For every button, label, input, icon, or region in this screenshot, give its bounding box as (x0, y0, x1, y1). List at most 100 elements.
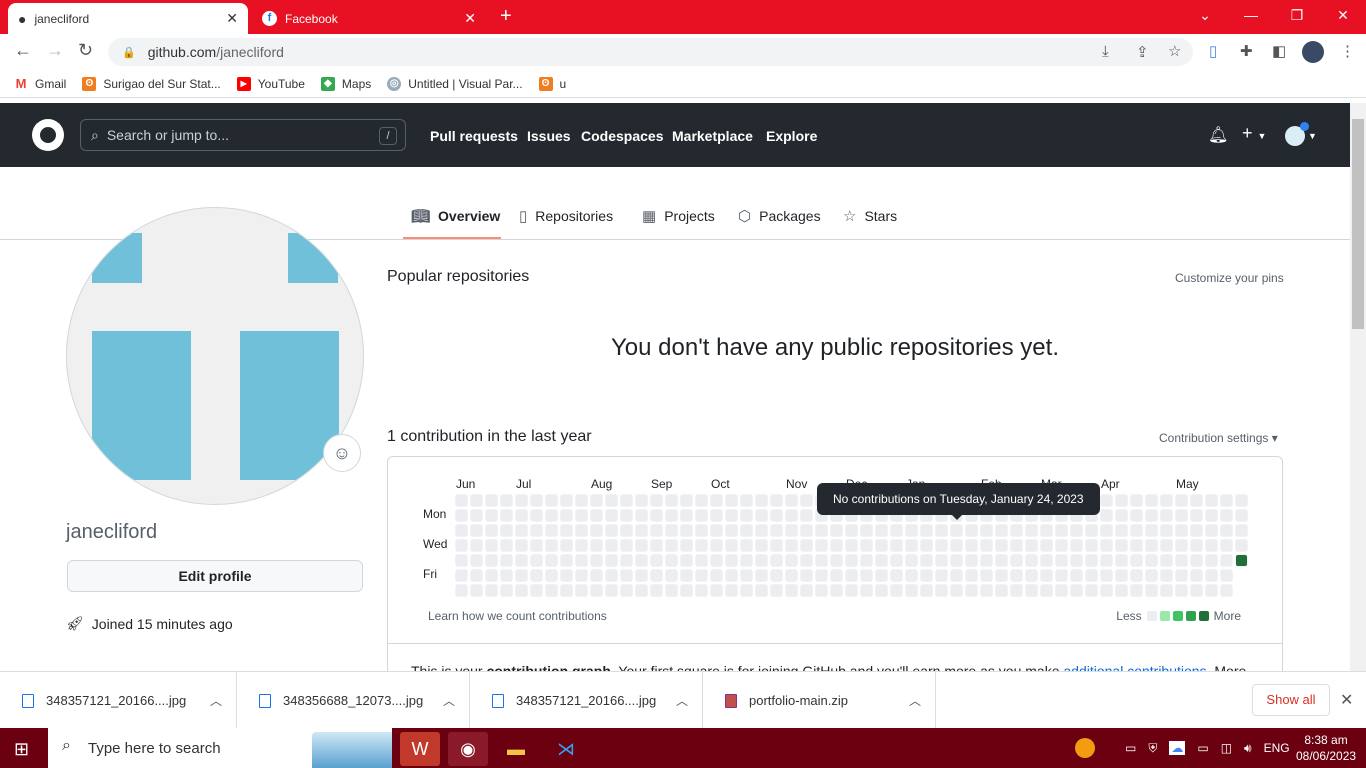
github-logo-icon[interactable] (32, 119, 64, 151)
contribution-day-cell[interactable] (575, 524, 588, 537)
contribution-day-cell[interactable] (695, 509, 708, 522)
download-item[interactable]: 348357121_20166....jpg ︿ (0, 672, 237, 729)
contribution-day-cell[interactable] (755, 584, 768, 597)
contribution-day-cell[interactable] (470, 509, 483, 522)
side-panel-icon[interactable]: ◧ (1272, 42, 1286, 60)
contribution-day-cell[interactable] (845, 569, 858, 582)
contribution-day-cell[interactable] (530, 569, 543, 582)
contribution-day-cell[interactable] (680, 539, 693, 552)
contribution-day-cell[interactable] (545, 494, 558, 507)
contribution-day-cell[interactable] (830, 569, 843, 582)
bookmark-maps[interactable]: ◆ Maps (320, 76, 371, 91)
contribution-day-cell[interactable] (1115, 494, 1128, 507)
contribution-day-cell[interactable] (485, 584, 498, 597)
contribution-day-cell[interactable] (620, 584, 633, 597)
contribution-day-cell[interactable] (1160, 539, 1173, 552)
contribution-day-cell[interactable] (665, 524, 678, 537)
contribution-day-cell[interactable] (455, 524, 468, 537)
tab-janecliford[interactable]: ● janecliford ✕ (8, 3, 248, 34)
contribution-day-cell[interactable] (785, 584, 798, 597)
contribution-day-cell[interactable] (1130, 584, 1143, 597)
contribution-day-cell[interactable] (875, 524, 888, 537)
contribution-day-cell[interactable] (665, 509, 678, 522)
contribution-day-cell[interactable] (1130, 524, 1143, 537)
contribution-day-cell[interactable] (1175, 494, 1188, 507)
chevron-up-icon[interactable]: ︿ (676, 692, 688, 709)
contribution-day-cell[interactable] (995, 539, 1008, 552)
contribution-day-cell[interactable] (590, 524, 603, 537)
menu-icon[interactable]: ⋮ (1340, 42, 1355, 60)
contribution-day-cell[interactable] (515, 524, 528, 537)
contribution-day-cell[interactable] (890, 569, 903, 582)
forward-button[interactable]: → (46, 40, 64, 61)
notifications-bell-icon[interactable]: 🔔︎ (1208, 125, 1228, 145)
contribution-settings-dropdown[interactable]: Contribution settings ▾ (1159, 431, 1278, 445)
contribution-day-cell[interactable] (935, 524, 948, 537)
contribution-day-cell[interactable] (650, 509, 663, 522)
contribution-day-cell[interactable] (755, 554, 768, 567)
contribution-day-cell[interactable] (770, 539, 783, 552)
contribution-day-cell[interactable] (785, 554, 798, 567)
contribution-day-cell[interactable] (935, 569, 948, 582)
contribution-day-cell[interactable] (485, 554, 498, 567)
volume-icon[interactable]: 🔊︎ (1244, 741, 1252, 756)
contribution-day-cell[interactable] (920, 524, 933, 537)
contribution-day-cell[interactable] (1175, 569, 1188, 582)
share-icon[interactable]: ⇪ (1136, 43, 1149, 61)
contribution-day-cell[interactable] (770, 554, 783, 567)
contribution-day-cell[interactable] (965, 539, 978, 552)
contribution-day-cell[interactable] (1115, 554, 1128, 567)
show-all-downloads-button[interactable]: Show all (1252, 684, 1330, 716)
chevron-up-icon[interactable]: ︿ (909, 692, 921, 709)
contribution-day-cell[interactable] (815, 554, 828, 567)
contribution-day-cell[interactable] (875, 539, 888, 552)
tab-facebook[interactable]: f Facebook ✕ (252, 3, 486, 34)
contribution-day-cell[interactable] (1145, 554, 1158, 567)
contribution-day-cell[interactable] (1100, 509, 1113, 522)
contribution-day-cell[interactable] (920, 584, 933, 597)
contribution-day-cell[interactable] (800, 509, 813, 522)
vscode-icon[interactable]: ⋊ (546, 732, 586, 766)
camera-icon[interactable]: ◫ (1221, 741, 1232, 755)
tab-repositories[interactable]: ▯ Repositories (519, 207, 613, 225)
contribution-day-cell[interactable] (530, 584, 543, 597)
nav-pull-requests[interactable]: Pull requests (430, 128, 518, 144)
contribution-day-cell[interactable] (1070, 524, 1083, 537)
contribution-day-cell[interactable] (755, 569, 768, 582)
contribution-day-cell[interactable] (1160, 509, 1173, 522)
contribution-day-cell[interactable] (920, 569, 933, 582)
contribution-day-cell[interactable] (530, 524, 543, 537)
contribution-day-cell[interactable] (1175, 554, 1188, 567)
contribution-day-cell[interactable] (980, 524, 993, 537)
contribution-day-cell[interactable] (575, 494, 588, 507)
contribution-day-cell[interactable] (890, 584, 903, 597)
tab-overview[interactable]: 📖︎ Overview (411, 207, 500, 225)
contribution-day-cell[interactable] (635, 569, 648, 582)
contribution-day-cell[interactable] (560, 569, 573, 582)
download-item[interactable]: 348356688_12073....jpg ︿ (237, 672, 470, 729)
contribution-day-cell[interactable] (650, 554, 663, 567)
contribution-day-cell[interactable] (515, 494, 528, 507)
bookmark-gmail[interactable]: M Gmail (14, 76, 67, 91)
contribution-day-cell[interactable] (635, 509, 648, 522)
file-explorer-icon[interactable]: ▬ (496, 732, 536, 766)
contribution-day-cell[interactable] (1100, 524, 1113, 537)
contribution-day-cell[interactable] (1085, 584, 1098, 597)
contribution-day-cell[interactable] (500, 494, 513, 507)
bookmark-star-icon[interactable]: ☆ (1168, 42, 1181, 60)
contribution-day-cell[interactable] (1025, 584, 1038, 597)
contribution-day-cell[interactable] (1115, 569, 1128, 582)
contribution-day-cell[interactable] (950, 554, 963, 567)
contribution-day-cell[interactable] (1220, 509, 1233, 522)
contribution-day-cell[interactable] (815, 584, 828, 597)
tab-search-icon[interactable]: ⌄ (1182, 0, 1228, 30)
contribution-day-cell[interactable] (635, 539, 648, 552)
contribution-day-cell[interactable] (1010, 524, 1023, 537)
contribution-day-cell[interactable] (485, 494, 498, 507)
contribution-day-cell[interactable] (515, 584, 528, 597)
contribution-day-cell[interactable] (740, 539, 753, 552)
contribution-day-cell[interactable] (1160, 569, 1173, 582)
contribution-day-cell[interactable] (755, 494, 768, 507)
contribution-day-cell[interactable] (605, 584, 618, 597)
contribution-day-cell[interactable] (845, 524, 858, 537)
